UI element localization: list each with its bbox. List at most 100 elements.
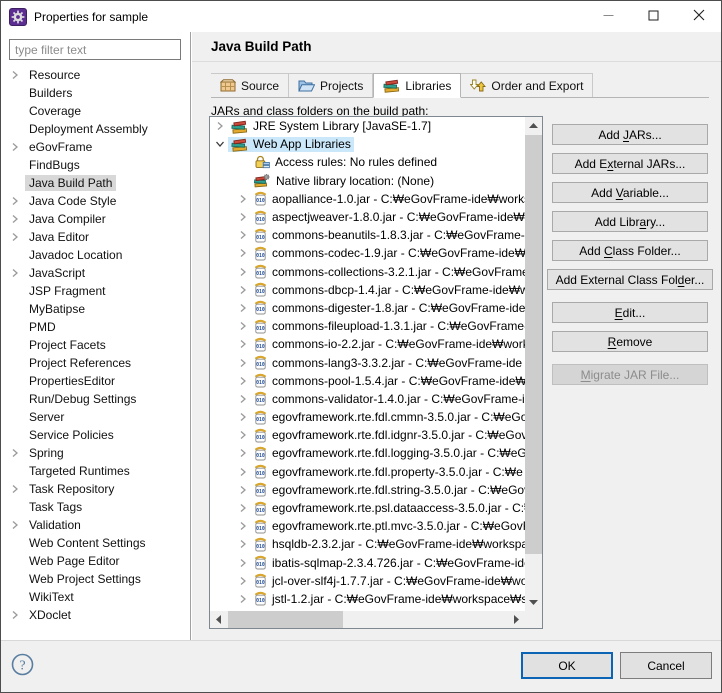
build-path-item[interactable]: 010commons-codec-1.9.jar - C:₩eGovFrame-… — [210, 244, 525, 262]
build-path-item[interactable]: Web App Libraries — [210, 135, 525, 153]
sidebar-item[interactable]: WikiText — [1, 588, 189, 606]
build-path-item[interactable]: JRE System Library [JavaSE-1.7] — [210, 117, 525, 135]
chevron-right-icon[interactable] — [238, 521, 248, 531]
chevron-right-icon[interactable] — [10, 268, 20, 278]
sidebar-item[interactable]: Builders — [1, 84, 189, 102]
chevron-right-icon[interactable] — [238, 412, 248, 422]
tab-order-and-export[interactable]: Order and Export — [461, 73, 593, 97]
sidebar-item[interactable]: Javadoc Location — [1, 246, 189, 264]
add-variable-button[interactable]: Add Variable... — [552, 182, 708, 203]
chevron-right-icon[interactable] — [10, 142, 20, 152]
sidebar-item[interactable]: Resource — [1, 66, 189, 84]
sidebar-item[interactable]: XDoclet — [1, 606, 189, 624]
chevron-right-icon[interactable] — [238, 376, 248, 386]
build-path-item[interactable]: Access rules: No rules defined — [210, 153, 525, 171]
build-path-item[interactable]: 010commons-validator-1.4.0.jar - C:₩eGov… — [210, 390, 525, 408]
maximize-button[interactable] — [631, 1, 676, 32]
tab-projects[interactable]: Projects — [289, 73, 373, 97]
remove-button[interactable]: Remove — [552, 331, 708, 352]
chevron-right-icon[interactable] — [238, 576, 248, 586]
build-path-item[interactable]: 010commons-dbcp-1.4.jar - C:₩eGovFrame-i… — [210, 281, 525, 299]
chevron-right-icon[interactable] — [238, 230, 248, 240]
chevron-right-icon[interactable] — [238, 485, 248, 495]
sidebar-item[interactable]: Java Code Style — [1, 192, 189, 210]
sidebar-item[interactable]: Java Compiler — [1, 210, 189, 228]
chevron-right-icon[interactable] — [238, 303, 248, 313]
chevron-right-icon[interactable] — [238, 285, 248, 295]
sidebar-item[interactable]: Run/Debug Settings — [1, 390, 189, 408]
chevron-right-icon[interactable] — [238, 339, 248, 349]
chevron-right-icon[interactable] — [238, 467, 248, 477]
chevron-right-icon[interactable] — [238, 248, 248, 258]
scrollbar-thumb[interactable] — [228, 611, 343, 628]
horizontal-scrollbar[interactable] — [210, 611, 525, 628]
chevron-right-icon[interactable] — [238, 539, 248, 549]
chevron-right-icon[interactable] — [238, 358, 248, 368]
build-path-item[interactable]: 010commons-beanutils-1.8.3.jar - C:₩eGov… — [210, 226, 525, 244]
build-path-item[interactable]: 010ibatis-sqlmap-2.3.4.726.jar - C:₩eGov… — [210, 554, 525, 572]
chevron-right-icon[interactable] — [238, 503, 248, 513]
build-path-item[interactable]: 010egovframework.rte.fdl.property-3.5.0.… — [210, 463, 525, 481]
ok-button[interactable]: OK — [521, 652, 613, 679]
scroll-down-icon[interactable] — [525, 594, 542, 611]
chevron-right-icon[interactable] — [215, 121, 225, 131]
sidebar-item[interactable]: JSP Fragment — [1, 282, 189, 300]
build-path-item[interactable]: Native library location: (None) — [210, 172, 525, 190]
chevron-right-icon[interactable] — [10, 196, 20, 206]
chevron-right-icon[interactable] — [238, 430, 248, 440]
tab-libraries[interactable]: Libraries — [373, 73, 461, 98]
scroll-up-icon[interactable] — [525, 117, 542, 134]
chevron-right-icon[interactable] — [10, 232, 20, 242]
sidebar-item[interactable]: Project References — [1, 354, 189, 372]
chevron-right-icon[interactable] — [238, 194, 248, 204]
build-path-item[interactable]: 010commons-collections-3.2.1.jar - C:₩eG… — [210, 263, 525, 281]
sidebar-item[interactable]: Targeted Runtimes — [1, 462, 189, 480]
chevron-right-icon[interactable] — [10, 214, 20, 224]
sidebar-item[interactable]: Java Editor — [1, 228, 189, 246]
build-path-item[interactable]: 010commons-io-2.2.jar - C:₩eGovFrame-ide… — [210, 335, 525, 353]
add-jars-button[interactable]: Add JARs... — [552, 124, 708, 145]
sidebar-item[interactable]: Java Build Path — [1, 174, 189, 192]
sidebar-item[interactable]: Validation — [1, 516, 189, 534]
add-library-button[interactable]: Add Library... — [552, 211, 708, 232]
add-class-folder-button[interactable]: Add Class Folder... — [552, 240, 708, 261]
build-path-item[interactable]: 010egovframework.rte.fdl.string-3.5.0.ja… — [210, 481, 525, 499]
vertical-scrollbar[interactable] — [525, 117, 542, 611]
chevron-right-icon[interactable] — [238, 448, 248, 458]
chevron-right-icon[interactable] — [238, 594, 248, 604]
cancel-button[interactable]: Cancel — [620, 652, 712, 679]
build-path-item[interactable]: 010aspectjweaver-1.8.0.jar - C:₩eGovFram… — [210, 208, 525, 226]
chevron-right-icon[interactable] — [238, 558, 248, 568]
edit-button[interactable]: Edit... — [552, 302, 708, 323]
sidebar-item[interactable]: Web Page Editor — [1, 552, 189, 570]
chevron-right-icon[interactable] — [10, 520, 20, 530]
build-path-item[interactable]: 010egovframework.rte.fdl.logging-3.5.0.j… — [210, 444, 525, 462]
build-path-item[interactable]: 010egovframework.rte.psl.dataaccess-3.5.… — [210, 499, 525, 517]
build-path-item[interactable]: 010commons-fileupload-1.3.1.jar - C:₩eGo… — [210, 317, 525, 335]
filter-input[interactable] — [9, 39, 181, 60]
sidebar-item[interactable]: FindBugs — [1, 156, 189, 174]
scroll-right-icon[interactable] — [508, 611, 525, 628]
build-path-item[interactable]: 010aopalliance-1.0.jar - C:₩eGovFrame-id… — [210, 190, 525, 208]
sidebar-item[interactable]: Service Policies — [1, 426, 189, 444]
chevron-right-icon[interactable] — [10, 448, 20, 458]
chevron-down-icon[interactable] — [215, 139, 225, 149]
sidebar-item[interactable]: Web Project Settings — [1, 570, 189, 588]
sidebar-item[interactable]: Task Repository — [1, 480, 189, 498]
sidebar-item[interactable]: Spring — [1, 444, 189, 462]
sidebar-item[interactable]: MyBatipse — [1, 300, 189, 318]
build-path-item[interactable]: 010hsqldb-2.3.2.jar - C:₩eGovFrame-ide₩w… — [210, 535, 525, 553]
sidebar-item[interactable]: Deployment Assembly — [1, 120, 189, 138]
sidebar-item[interactable]: PropertiesEditor — [1, 372, 189, 390]
sidebar-item[interactable]: Project Facets — [1, 336, 189, 354]
sidebar-item[interactable]: eGovFrame — [1, 138, 189, 156]
minimize-button[interactable] — [586, 1, 631, 32]
scroll-left-icon[interactable] — [210, 611, 227, 628]
build-path-item[interactable]: 010egovframework.rte.ptl.mvc-3.5.0.jar -… — [210, 517, 525, 535]
chevron-right-icon[interactable] — [10, 610, 20, 620]
build-path-item[interactable]: 010commons-digester-1.8.jar - C:₩eGovFra… — [210, 299, 525, 317]
build-path-item[interactable]: 010commons-pool-1.5.4.jar - C:₩eGovFrame… — [210, 372, 525, 390]
build-path-item[interactable]: 010jstl-1.2.jar - C:₩eGovFrame-ide₩works… — [210, 590, 525, 608]
sidebar-item[interactable]: PMD — [1, 318, 189, 336]
scrollbar-thumb[interactable] — [525, 135, 542, 554]
